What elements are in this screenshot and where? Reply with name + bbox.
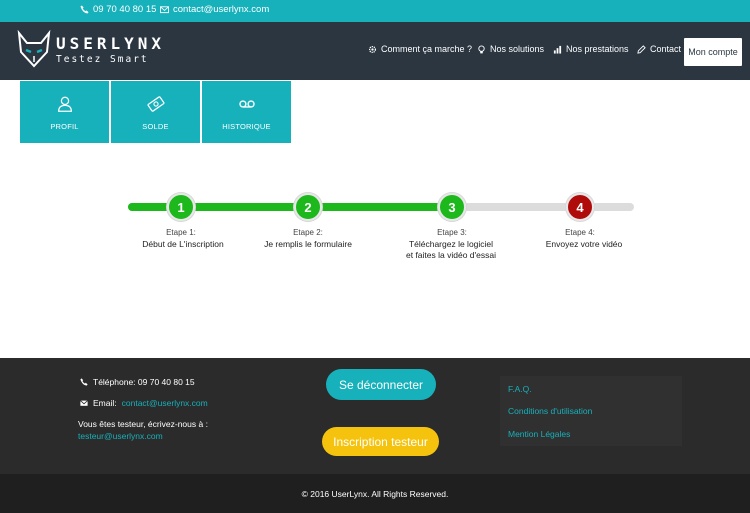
top-contact-bar: 09 70 40 80 15 contact@userlynx.com — [0, 0, 750, 22]
brand-logo[interactable]: USERLYNX Testez Smart — [14, 30, 164, 72]
legal-notice-link[interactable]: Mention Légales — [508, 429, 570, 439]
footer-tester-email-link[interactable]: testeur@userlynx.com — [78, 431, 163, 441]
nav-item-services[interactable]: Nos prestations — [553, 44, 629, 54]
tile-balance[interactable]: SOLDE — [111, 81, 200, 143]
step-4-title: Etape 4: — [565, 228, 595, 237]
tile-label: PROFIL — [50, 122, 79, 131]
tester-signup-button[interactable]: Inscription testeur — [322, 427, 439, 456]
footer-email-link[interactable]: contact@userlynx.com — [122, 398, 208, 408]
step-2-description: Je remplis le formulaire — [264, 239, 352, 249]
envelope-icon — [80, 400, 88, 406]
topbar-email-text: contact@userlynx.com — [173, 4, 270, 15]
topbar-phone-text: 09 70 40 80 15 — [93, 4, 157, 15]
step-4-circle: 4 — [566, 193, 594, 221]
tile-label: HISTORIQUE — [222, 122, 271, 131]
bar-chart-icon — [553, 45, 562, 54]
pencil-icon — [637, 44, 646, 54]
tile-history[interactable]: HISTORIQUE — [202, 81, 291, 143]
brand-tagline: Testez Smart — [56, 54, 149, 65]
faq-link[interactable]: F.A.Q. — [508, 384, 532, 394]
voicemail-icon — [238, 100, 255, 108]
brand-name: USERLYNX — [56, 34, 166, 53]
nav-item-contact[interactable]: Contact — [637, 44, 681, 54]
copyright-text: © 2016 UserLynx. All Rights Reserved. — [301, 488, 449, 499]
topbar-phone[interactable]: 09 70 40 80 15 — [80, 4, 156, 15]
nav-item-solutions[interactable]: Nos solutions — [477, 44, 544, 54]
nav-item-label: Comment ça marche ? — [381, 44, 473, 54]
phone-icon — [80, 5, 89, 14]
nav-item-label: Nos prestations — [566, 44, 629, 54]
lynx-logo-icon — [17, 30, 51, 68]
step-4-description: Envoyez votre vidéo — [545, 239, 623, 249]
main-navbar: USERLYNX Testez Smart Comment ça marche … — [0, 22, 750, 80]
lightbulb-icon — [478, 44, 485, 53]
nav-item-how-it-works[interactable]: Comment ça marche ? — [368, 44, 472, 54]
footer-email-label: Email: — [93, 398, 117, 408]
step-1-circle: 1 — [167, 193, 195, 221]
tile-label: SOLDE — [142, 122, 169, 131]
topbar-email[interactable]: contact@userlynx.com — [160, 4, 269, 15]
step-2-title: Etape 2: — [293, 228, 323, 237]
step-2-circle: 2 — [294, 193, 322, 221]
footer-phone: Téléphone: 09 70 40 80 15 — [80, 377, 195, 387]
money-icon — [147, 96, 164, 112]
terms-link[interactable]: Conditions d'utilisation — [508, 406, 592, 416]
nav-item-label: Contact — [650, 44, 682, 54]
tile-profile[interactable]: PROFIL — [20, 81, 109, 143]
footer-phone-text: Téléphone: 09 70 40 80 15 — [93, 377, 195, 387]
user-icon — [57, 96, 72, 112]
copyright-bar: © 2016 UserLynx. All Rights Reserved. — [0, 474, 750, 513]
nav-item-label: Nos solutions — [490, 44, 545, 54]
logout-button[interactable]: Se déconnecter — [326, 369, 436, 400]
gear-icon — [368, 45, 377, 53]
phone-icon — [80, 378, 88, 386]
my-account-button[interactable]: Mon compte — [684, 38, 742, 66]
footer-email: Email: contact@userlynx.com — [80, 398, 208, 408]
step-3-circle: 3 — [438, 193, 466, 221]
envelope-icon — [160, 6, 169, 14]
footer-tester-text: Vous êtes testeur, écrivez-nous à : — [78, 419, 208, 429]
